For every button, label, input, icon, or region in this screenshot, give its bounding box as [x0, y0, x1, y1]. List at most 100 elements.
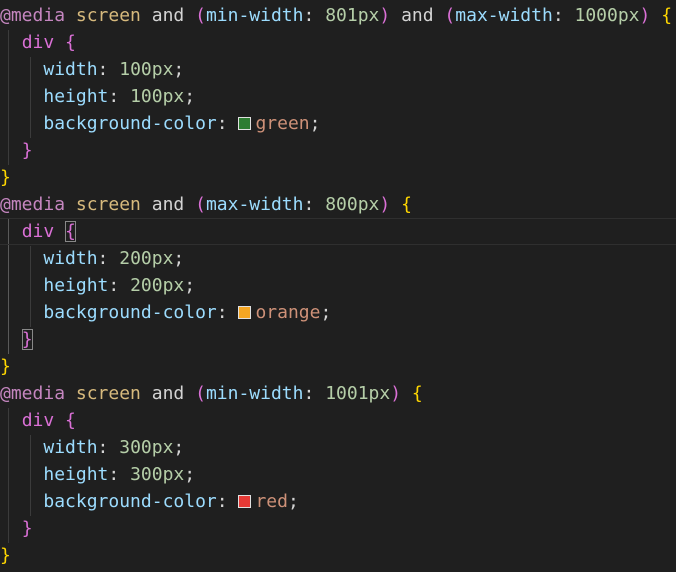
property-name: height — [43, 275, 109, 296]
paren-open: ( — [195, 383, 206, 404]
semicolon: ; — [173, 437, 185, 458]
brace-open: { — [65, 410, 76, 431]
code-line-1[interactable]: @media screen and (min-width: 801px) and… — [0, 2, 676, 29]
selector: div — [21, 410, 55, 431]
colon: : — [552, 5, 575, 26]
code-line-9-current[interactable]: div { — [0, 218, 676, 245]
colon: : — [216, 113, 239, 134]
media-feature: max-width — [455, 5, 553, 26]
colon: : — [303, 5, 326, 26]
property-name: height — [43, 464, 109, 485]
property-value: 100px — [119, 59, 174, 80]
semicolon: ; — [184, 464, 196, 485]
media-value: 800px — [325, 194, 380, 215]
code-editor[interactable]: @media screen and (min-width: 801px) and… — [0, 0, 676, 572]
brace-open: { — [411, 383, 423, 404]
paren-open: ( — [444, 5, 456, 26]
paren-close: ) — [379, 194, 391, 215]
property-name: width — [43, 59, 98, 80]
property-name: background-color — [43, 113, 217, 134]
brace-open-matched: { — [65, 221, 76, 242]
code-line-6[interactable]: } — [0, 137, 676, 164]
semicolon: ; — [184, 86, 196, 107]
code-line-5[interactable]: background-color: green; — [0, 110, 676, 137]
brace-open: { — [65, 32, 76, 53]
colon: : — [216, 302, 239, 323]
media-value: 1001px — [325, 383, 391, 404]
property-value: 300px — [119, 437, 174, 458]
code-line-11[interactable]: height: 200px; — [0, 272, 676, 299]
code-line-12[interactable]: background-color: orange; — [0, 299, 676, 326]
brace-close: } — [0, 167, 11, 188]
media-keyword: media — [10, 383, 66, 404]
brace-open: { — [661, 5, 673, 26]
and-keyword: and — [151, 5, 185, 26]
property-name: height — [43, 86, 109, 107]
screen-keyword: screen — [75, 5, 141, 26]
colon: : — [303, 194, 326, 215]
code-line-14[interactable]: } — [0, 353, 676, 380]
property-name: width — [43, 437, 98, 458]
selector: div — [21, 32, 55, 53]
and-keyword: and — [151, 194, 185, 215]
semicolon: ; — [287, 491, 299, 512]
media-value: 1000px — [574, 5, 640, 26]
semicolon: ; — [173, 248, 185, 269]
media-keyword: media — [10, 194, 66, 215]
code-line-19[interactable]: background-color: red; — [0, 488, 676, 515]
code-line-15[interactable]: @media screen and (min-width: 1001px) { — [0, 380, 676, 407]
property-value: 300px — [130, 464, 185, 485]
code-line-8[interactable]: @media screen and (max-width: 800px) { — [0, 191, 676, 218]
color-swatch-icon[interactable] — [238, 306, 252, 319]
code-line-2[interactable]: div { — [0, 29, 676, 56]
and-keyword: and — [151, 383, 185, 404]
brace-close: } — [21, 518, 33, 539]
at-sign: @ — [0, 5, 11, 26]
code-line-20[interactable]: } — [0, 515, 676, 542]
colon: : — [303, 383, 326, 404]
code-line-10[interactable]: width: 200px; — [0, 245, 676, 272]
semicolon: ; — [173, 59, 185, 80]
colon: : — [97, 248, 120, 269]
semicolon: ; — [320, 302, 332, 323]
at-sign: @ — [0, 194, 11, 215]
code-line-7[interactable]: } — [0, 164, 676, 191]
code-line-18[interactable]: height: 300px; — [0, 461, 676, 488]
code-line-13[interactable]: } — [0, 326, 676, 353]
media-feature: max-width — [205, 194, 304, 215]
property-value: 100px — [130, 86, 185, 107]
paren-close: ) — [379, 5, 391, 26]
property-value: 200px — [119, 248, 174, 269]
media-value: 801px — [325, 5, 380, 26]
paren-open: ( — [195, 194, 206, 215]
selector: div — [21, 221, 55, 242]
property-name: background-color — [43, 491, 217, 512]
code-line-4[interactable]: height: 100px; — [0, 83, 676, 110]
brace-open: { — [401, 194, 412, 215]
brace-close-matched: } — [21, 329, 33, 350]
colon: : — [97, 59, 120, 80]
property-name: width — [43, 248, 98, 269]
code-line-3[interactable]: width: 100px; — [0, 56, 676, 83]
media-keyword: media — [10, 5, 66, 26]
paren-close: ) — [390, 383, 402, 404]
at-sign: @ — [0, 383, 11, 404]
media-feature: min-width — [205, 383, 304, 404]
code-line-16[interactable]: div { — [0, 407, 676, 434]
colon: : — [108, 86, 131, 107]
colon: : — [108, 275, 131, 296]
code-line-17[interactable]: width: 300px; — [0, 434, 676, 461]
color-swatch-icon[interactable] — [238, 495, 252, 508]
code-line-21[interactable]: } — [0, 542, 676, 569]
colon: : — [216, 491, 239, 512]
property-value: orange — [255, 302, 321, 323]
semicolon: ; — [184, 275, 196, 296]
brace-close: } — [0, 356, 11, 377]
property-value: red — [255, 491, 288, 512]
color-swatch-icon[interactable] — [238, 117, 252, 130]
property-value: 200px — [130, 275, 185, 296]
colon: : — [97, 437, 120, 458]
colon: : — [108, 464, 131, 485]
semicolon: ; — [309, 113, 321, 134]
brace-close: } — [21, 140, 33, 161]
